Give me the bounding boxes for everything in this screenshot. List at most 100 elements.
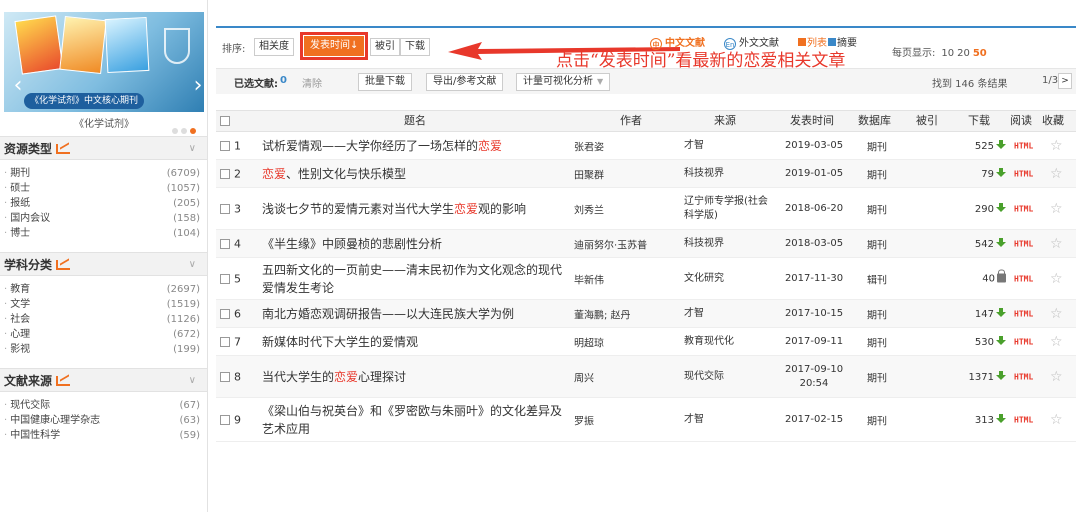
download-link[interactable]: 313 [954, 413, 1006, 426]
author-link[interactable]: 罗振 [574, 412, 674, 427]
star-icon[interactable]: ☆ [1050, 271, 1063, 287]
source-link[interactable]: 才智 [684, 139, 770, 153]
column-author[interactable]: 作者 [620, 111, 642, 131]
source-link[interactable]: 文化研究 [684, 272, 770, 286]
article-title-link[interactable]: 恋爱、性别文化与快乐模型 [262, 165, 572, 183]
download-link[interactable]: 1371 [954, 370, 1006, 383]
author-link[interactable]: 张君姿 [574, 138, 674, 153]
star-icon[interactable]: ☆ [1050, 334, 1063, 350]
article-title-link[interactable]: 当代大学生的恋爱心理探讨 [262, 368, 572, 386]
article-title-link[interactable]: 南北方婚恋观调研报告——以大连民族大学为例 [262, 305, 572, 323]
select-all-checkbox[interactable] [220, 116, 230, 126]
visual-analysis-dropdown[interactable]: 计量可视化分析 ▼ [516, 73, 611, 91]
column-database[interactable]: 数据库 [858, 111, 891, 131]
row-checkbox[interactable] [220, 308, 230, 319]
facet-item[interactable]: · 期刊 (6709) [0, 166, 207, 181]
article-title-link[interactable]: 《梁山伯与祝英台》和《罗密欧与朱丽叶》的文化差异及艺术应用 [262, 402, 572, 438]
facet-item[interactable]: · 心理 (672) [0, 327, 207, 342]
star-icon[interactable]: ☆ [1050, 412, 1063, 428]
row-checkbox[interactable] [220, 273, 230, 284]
chevron-right-icon[interactable]: › [190, 74, 204, 98]
row-checkbox[interactable] [220, 371, 230, 382]
tab-chinese-literature[interactable]: 中中文文献 [650, 34, 705, 50]
chevron-down-icon[interactable]: ∨ [189, 253, 196, 277]
facet-header[interactable]: 资源类型 ∨ [0, 136, 207, 161]
read-html-link[interactable]: HTML [1014, 372, 1033, 381]
chart-icon[interactable] [56, 144, 71, 154]
author-link[interactable]: 刘秀兰 [574, 201, 674, 216]
next-page-button[interactable]: > [1058, 73, 1072, 89]
download-link[interactable]: 79 [954, 167, 1006, 180]
clear-selection-link[interactable]: 清除 [302, 75, 322, 90]
per-page-option[interactable]: 50 [973, 48, 987, 59]
row-checkbox[interactable] [220, 203, 230, 214]
author-link[interactable]: 董海鹏; 赵丹 [574, 306, 674, 321]
chevron-left-icon[interactable]: ‹ [10, 74, 26, 98]
source-link[interactable]: 科技视界 [684, 237, 770, 251]
row-checkbox[interactable] [220, 336, 230, 347]
facet-item[interactable]: · 中国性科学 (59) [0, 428, 207, 443]
chevron-down-icon[interactable]: ∨ [189, 137, 196, 161]
facet-item[interactable]: · 硕士 (1057) [0, 181, 207, 196]
source-link[interactable]: 教育现代化 [684, 335, 770, 349]
star-icon[interactable]: ☆ [1050, 306, 1063, 322]
source-link[interactable]: 辽宁师专学报(社会科学版) [684, 195, 770, 223]
view-list-button[interactable]: 列表 [798, 34, 827, 49]
source-link[interactable]: 才智 [684, 307, 770, 321]
article-title-link[interactable]: 五四新文化的一页前史——清末民初作为文化观念的现代爱情发生考论 [262, 261, 572, 297]
per-page-option[interactable]: 20 [957, 48, 970, 59]
source-link[interactable]: 才智 [684, 413, 770, 427]
facet-item[interactable]: · 博士 (104) [0, 226, 207, 241]
download-link[interactable]: 525 [954, 139, 1006, 152]
article-title-link[interactable]: 试析爱情观——大学你经历了一场怎样的恋爱 [262, 137, 572, 155]
star-icon[interactable]: ☆ [1050, 138, 1063, 154]
sort-relevance-button[interactable]: 相关度 [254, 38, 294, 56]
column-cited[interactable]: 被引 [916, 111, 938, 131]
read-html-link[interactable]: HTML [1014, 141, 1033, 150]
row-checkbox[interactable] [220, 238, 230, 249]
download-link[interactable]: 542 [954, 237, 1006, 250]
sort-time-button[interactable]: 发表时间↓ [299, 32, 369, 60]
sort-download-button[interactable]: 下载 [400, 38, 430, 56]
column-title[interactable]: 题名 [404, 111, 426, 131]
chart-icon[interactable] [56, 260, 71, 270]
author-link[interactable]: 田聚群 [574, 166, 674, 181]
read-html-link[interactable]: HTML [1014, 309, 1033, 318]
article-title-link[interactable]: 新媒体时代下大学生的爱情观 [262, 333, 572, 351]
download-link[interactable]: 40 [954, 269, 1006, 284]
facet-item[interactable]: · 文学 (1519) [0, 297, 207, 312]
article-title-link[interactable]: 浅谈七夕节的爱情元素对当代大学生恋爱观的影响 [262, 200, 572, 218]
star-icon[interactable]: ☆ [1050, 236, 1063, 252]
facet-item[interactable]: · 社会 (1126) [0, 312, 207, 327]
download-link[interactable]: 290 [954, 202, 1006, 215]
facet-item[interactable]: · 国内会议 (158) [0, 211, 207, 226]
journal-banner[interactable]: 《化学试剂》中文核心期刊 ‹ › [4, 12, 204, 112]
read-html-link[interactable]: HTML [1014, 169, 1033, 178]
read-html-link[interactable]: HTML [1014, 204, 1033, 213]
author-link[interactable]: 周兴 [574, 369, 674, 384]
download-link[interactable]: 530 [954, 335, 1006, 348]
row-checkbox[interactable] [220, 140, 230, 151]
author-link[interactable]: 毕新伟 [574, 271, 674, 286]
sort-cited-button[interactable]: 被引 [370, 38, 400, 56]
facet-header[interactable]: 文献来源 ∨ [0, 368, 207, 393]
per-page-option[interactable]: 10 [941, 48, 954, 59]
facet-header[interactable]: 学科分类 ∨ [0, 252, 207, 277]
batch-download-button[interactable]: 批量下载 [358, 73, 412, 91]
article-title-link[interactable]: 《半生缘》中顾曼桢的悲剧性分析 [262, 235, 572, 253]
read-html-link[interactable]: HTML [1014, 415, 1033, 424]
column-date[interactable]: 发表时间 [790, 111, 834, 131]
export-references-button[interactable]: 导出/参考文献 [426, 73, 504, 91]
chart-icon[interactable] [56, 376, 71, 386]
facet-item[interactable]: · 影视 (199) [0, 342, 207, 357]
row-checkbox[interactable] [220, 168, 230, 179]
facet-item[interactable]: · 教育 (2697) [0, 282, 207, 297]
star-icon[interactable]: ☆ [1050, 201, 1063, 217]
row-checkbox[interactable] [220, 414, 230, 425]
column-source[interactable]: 来源 [714, 111, 736, 131]
column-download[interactable]: 下载 [968, 111, 990, 131]
chevron-down-icon[interactable]: ∨ [189, 369, 196, 393]
read-html-link[interactable]: HTML [1014, 239, 1033, 248]
author-link[interactable]: 迪丽努尔·玉苏普 [574, 236, 674, 251]
read-html-link[interactable]: HTML [1014, 337, 1033, 346]
